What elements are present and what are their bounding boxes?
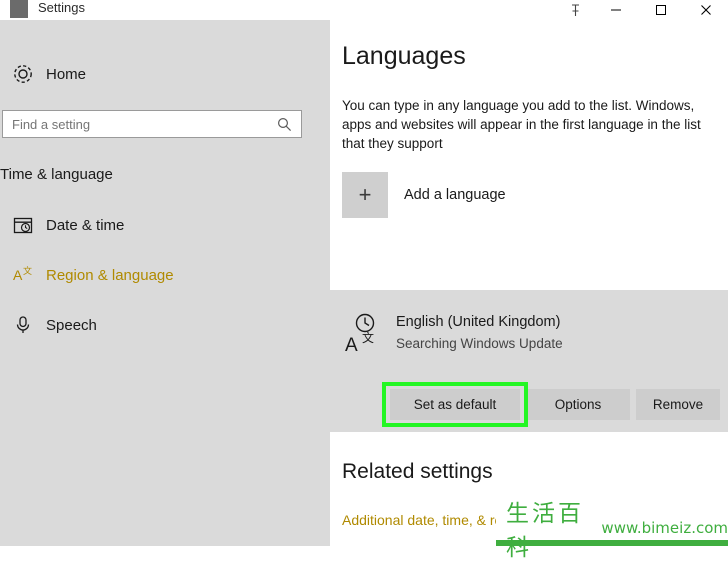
sidebar-item-date-time[interactable]: Date & time (0, 206, 330, 244)
search-icon[interactable] (277, 117, 292, 132)
language-status: Searching Windows Update (396, 336, 563, 351)
remove-button[interactable]: Remove (636, 389, 720, 420)
language-keyboard-icon: A 文 (344, 312, 386, 356)
sidebar-home-label: Home (46, 65, 87, 83)
sidebar-item-label: Speech (46, 316, 97, 334)
language-a-icon: A 文 (0, 265, 46, 285)
svg-text:文: 文 (362, 330, 374, 345)
close-button[interactable] (683, 0, 728, 20)
search-setting-box[interactable] (2, 110, 302, 138)
plus-glyph: + (358, 182, 372, 207)
page-description: You can type in any language you add to … (342, 98, 701, 151)
sidebar-item-label: Date & time (46, 216, 125, 234)
options-button[interactable]: Options (526, 389, 630, 420)
gear-icon (0, 63, 46, 85)
related-settings-link[interactable]: Additional date, time, & reg... (342, 512, 522, 528)
sidebar-group-title: Time & language (0, 166, 113, 183)
watermark-bar (496, 540, 728, 546)
maximize-button[interactable] (638, 0, 683, 20)
sidebar-item-speech[interactable]: Speech (0, 306, 330, 344)
sidebar-item-region-language[interactable]: A 文 Region & language (0, 256, 330, 294)
page-title: Languages (342, 42, 466, 70)
add-language-row[interactable]: + Add a language (342, 172, 506, 218)
language-card: A 文 English (United Kingdom) Searching W… (330, 290, 728, 432)
svg-text:A: A (13, 267, 23, 283)
settings-sidebar: Home Time & language Date & ti (0, 20, 330, 546)
sidebar-item-home[interactable]: Home (0, 55, 330, 93)
minimize-button[interactable] (593, 0, 638, 20)
window-title: Settings (38, 0, 85, 15)
set-as-default-button[interactable]: Set as default (390, 389, 520, 420)
settings-app-icon (10, 0, 28, 18)
svg-text:文: 文 (23, 265, 32, 277)
calendar-clock-icon (0, 215, 46, 235)
sidebar-item-label: Region & language (46, 266, 174, 284)
svg-text:A: A (345, 335, 358, 354)
related-settings-title: Related settings (342, 460, 493, 483)
add-language-label: Add a language (404, 187, 506, 203)
plus-icon[interactable]: + (342, 172, 388, 218)
window-controls (557, 0, 728, 20)
language-name: English (United Kingdom) (396, 314, 561, 330)
settings-window: Settings Home Find a setting Time & lang… (0, 0, 728, 561)
watermark-logo: 生活百科 (506, 500, 584, 561)
pin-icon[interactable] (557, 0, 593, 20)
microphone-icon (0, 315, 46, 335)
search-input[interactable] (3, 115, 269, 133)
title-bar: Settings (0, 0, 728, 20)
watermark-url: www.bimeiz.com (601, 518, 728, 537)
main-content: Languages You can type in any language y… (330, 20, 728, 546)
